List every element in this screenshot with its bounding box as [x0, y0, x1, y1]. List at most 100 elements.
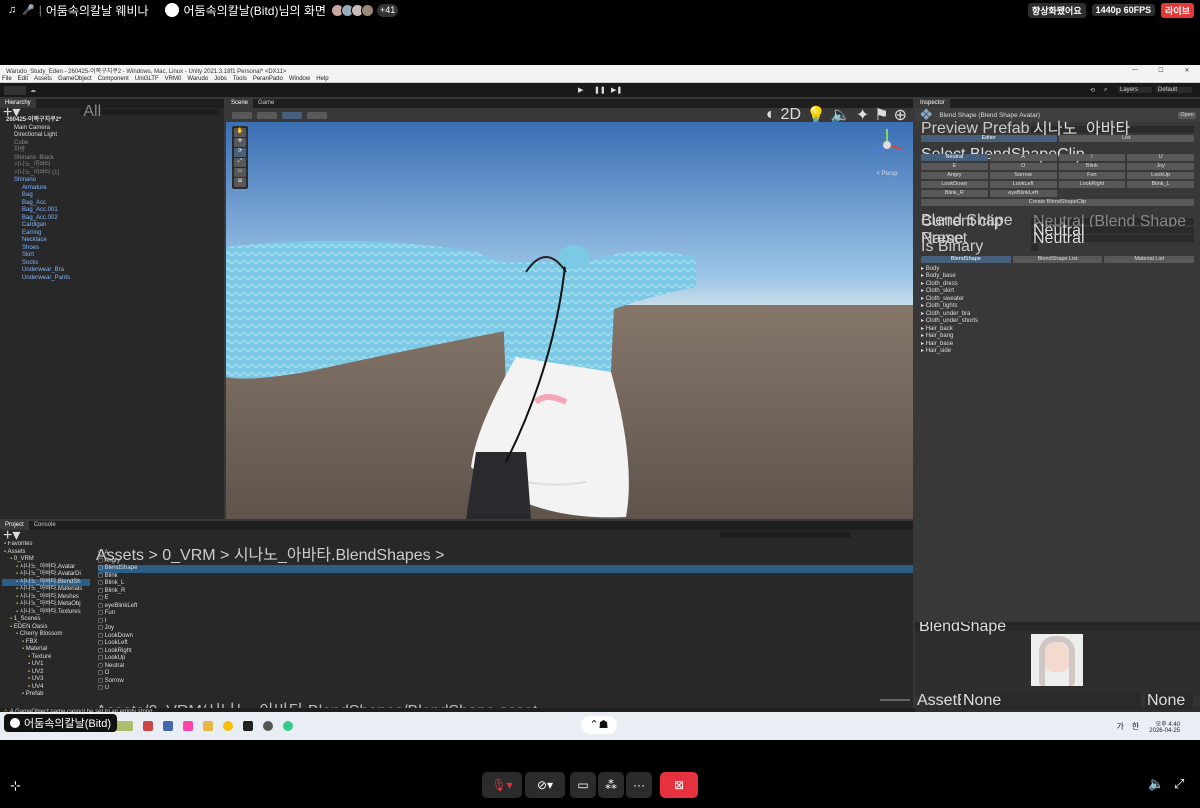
- search-icon[interactable]: ⌕: [1104, 87, 1107, 94]
- hierarchy-item[interactable]: Underwear_Pants: [0, 275, 224, 283]
- hd-chip[interactable]: 향상화됐어요: [1027, 2, 1086, 18]
- ime-indicator[interactable]: 한: [1132, 721, 1139, 732]
- gizmos-icon[interactable]: ⊕: [894, 105, 907, 122]
- asset-item[interactable]: ◻ LookRight: [98, 648, 913, 656]
- hierarchy-item[interactable]: Socks: [0, 260, 224, 268]
- orientation-gizmo[interactable]: < Persp: [864, 124, 910, 178]
- transform-tool-icon[interactable]: ⊞: [234, 178, 246, 187]
- tab-editor[interactable]: Editor: [921, 134, 1057, 142]
- draw-mode-button[interactable]: [232, 111, 252, 119]
- hierarchy-item[interactable]: Necklace: [0, 237, 224, 245]
- hierarchy-item[interactable]: Directional Light: [0, 132, 224, 140]
- menu-tools[interactable]: Tools: [233, 76, 247, 82]
- tab-console[interactable]: Console: [29, 521, 61, 530]
- clock-date[interactable]: 2026-04-25: [1149, 728, 1180, 734]
- quality-chip[interactable]: 1440p 60FPS: [1091, 4, 1156, 16]
- hierarchy-item[interactable]: Bag_Acc.001: [0, 207, 224, 215]
- clip-button[interactable]: Sorrow: [989, 171, 1057, 179]
- asset-item[interactable]: ◻ Sorrow: [98, 678, 913, 686]
- play-button[interactable]: ▶: [578, 86, 583, 94]
- hierarchy-item[interactable]: Cardigan: [0, 222, 224, 230]
- project-folder[interactable]: ▪ 시나노_아바타.Textures: [2, 609, 90, 617]
- hierarchy-item[interactable]: Bag: [0, 192, 224, 200]
- hierarchy-item[interactable]: Cube: [0, 140, 224, 148]
- avatar-model[interactable]: [226, 122, 913, 519]
- mesh-foldout[interactable]: ▸ Cloth_dress: [921, 281, 1194, 289]
- asset-item[interactable]: ◻ Angry: [98, 558, 913, 566]
- hierarchy-item[interactable]: Shoes: [0, 245, 224, 253]
- rect-tool-icon[interactable]: ▭: [234, 168, 246, 177]
- grid-button[interactable]: [307, 111, 327, 119]
- explorer-icon[interactable]: [203, 721, 213, 731]
- hierarchy-search[interactable]: All: [80, 104, 221, 120]
- camera-button[interactable]: ⊘▾: [525, 772, 565, 798]
- asset-item[interactable]: ◻ I: [98, 618, 913, 626]
- menu-component[interactable]: Component: [98, 76, 129, 82]
- project-folder[interactable]: ▪ 1_Scenes: [2, 616, 90, 624]
- asset-item[interactable]: ◻ BlendShape: [98, 565, 913, 573]
- mesh-foldout[interactable]: ▸ Cloth_tights: [921, 303, 1194, 311]
- mesh-foldout[interactable]: ▸ Hair_base: [921, 341, 1194, 349]
- pause-button[interactable]: ❚❚: [594, 86, 606, 94]
- project-folder[interactable]: ▪ Assets: [2, 549, 90, 557]
- clip-button[interactable]: O: [989, 162, 1057, 170]
- clip-button[interactable]: I: [1058, 153, 1126, 161]
- clip-button[interactable]: U: [1127, 153, 1194, 161]
- menu-warudo[interactable]: Warudo: [187, 76, 208, 82]
- tab-scene[interactable]: Scene: [226, 99, 254, 108]
- menu-window[interactable]: Window: [289, 76, 310, 82]
- menu-assets[interactable]: Assets: [34, 76, 52, 82]
- account-button[interactable]: [4, 85, 26, 95]
- clip-button[interactable]: Blink: [1058, 162, 1126, 170]
- preview-prefab-field[interactable]: 시나노_아바타: [1031, 121, 1194, 137]
- project-folder[interactable]: ▪ 시나노_아바타.MetaObj: [2, 601, 90, 609]
- project-folder[interactable]: ▪ Material: [2, 646, 90, 654]
- project-folder[interactable]: ▪ 0_VRM: [2, 556, 90, 564]
- lighting-icon[interactable]: 💡: [806, 105, 826, 122]
- viewer-avatars[interactable]: +41: [330, 3, 399, 17]
- menu-jobs[interactable]: Jobs: [214, 76, 227, 82]
- open-button[interactable]: Open: [1178, 111, 1196, 119]
- zoom-slider[interactable]: [880, 699, 910, 701]
- hierarchy-item[interactable]: Main Camera: [0, 125, 224, 133]
- maximize-button[interactable]: ☐: [1148, 67, 1174, 74]
- effects-icon[interactable]: ✦: [856, 105, 869, 122]
- project-folder[interactable]: ▪ FBX: [2, 639, 90, 647]
- hand-tool-icon[interactable]: ✋: [234, 128, 246, 137]
- asset-item[interactable]: ◻ Blink_L: [98, 580, 913, 588]
- menu-help[interactable]: Help: [316, 76, 328, 82]
- chrome-icon[interactable]: [223, 721, 233, 731]
- hierarchy-item[interactable]: 시나노_아바타: [0, 162, 224, 170]
- project-search[interactable]: [720, 531, 851, 538]
- tab-material-list[interactable]: Material List: [1104, 255, 1195, 263]
- project-folder[interactable]: ▪ UV2: [2, 669, 90, 677]
- menu-file[interactable]: File: [2, 76, 12, 82]
- assetbundle-variant[interactable]: None: [1145, 692, 1193, 710]
- asset-item[interactable]: ◻ eyeBlinkLeft: [98, 603, 913, 611]
- step-button[interactable]: ▶❚: [611, 86, 622, 94]
- history-icon[interactable]: ⟲: [1090, 87, 1095, 94]
- scale-tool-icon[interactable]: ⤢: [234, 158, 246, 167]
- mode-2d-button[interactable]: 2D: [781, 106, 801, 122]
- clip-button[interactable]: LookRight: [1058, 180, 1126, 188]
- clip-button[interactable]: eyeBlinkLeft: [989, 189, 1057, 197]
- hierarchy-item[interactable]: Bag_Acc.002: [0, 215, 224, 223]
- clip-button[interactable]: Blink_L: [1127, 180, 1194, 188]
- mic-button[interactable]: 🎙▾: [482, 772, 522, 798]
- audio-toggle-icon[interactable]: 🔈: [831, 105, 851, 122]
- add-participant-icon[interactable]: ⊹: [10, 778, 21, 794]
- hierarchy-item[interactable]: Shinano_Black: [0, 155, 224, 163]
- mesh-foldout[interactable]: ▸ Cloth_sweater: [921, 296, 1194, 304]
- project-folder[interactable]: ▪ UV4: [2, 684, 90, 692]
- more-button[interactable]: ···: [626, 772, 652, 798]
- volume-icon[interactable]: 🔈: [1148, 776, 1164, 792]
- asset-item[interactable]: ◻ A: [98, 550, 913, 558]
- project-folder[interactable]: ▪ UV1: [2, 661, 90, 669]
- asset-item[interactable]: ◻ Blink: [98, 573, 913, 581]
- persp-label[interactable]: < Persp: [864, 171, 910, 177]
- hierarchy-item[interactable]: Earring: [0, 230, 224, 238]
- project-folder[interactable]: ▪ Cherry Blossom: [2, 631, 90, 639]
- clip-button[interactable]: Fun: [1058, 171, 1126, 179]
- share-screen-button[interactable]: ▭: [570, 772, 596, 798]
- menu-unigltf[interactable]: UniGLTF: [135, 76, 159, 82]
